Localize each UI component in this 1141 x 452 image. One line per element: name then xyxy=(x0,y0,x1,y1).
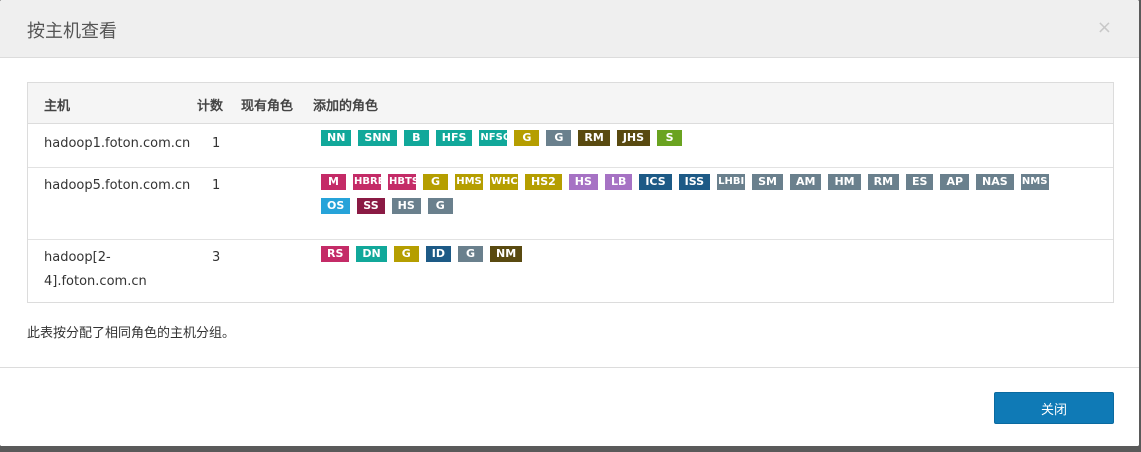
host-name-line: hadoop[2- xyxy=(44,250,111,265)
header-added-roles: 添加的角色 xyxy=(313,99,379,114)
role-badge: HFS xyxy=(435,130,473,146)
role-badge: DN xyxy=(356,246,387,262)
role-badge: OS xyxy=(321,198,351,214)
role-badge: HS2 xyxy=(525,174,562,190)
added-roles: NN SNN B HFS NFSG G G RM JHS S xyxy=(321,130,1091,154)
role-badge: NN xyxy=(321,130,352,146)
role-badge: M xyxy=(321,174,346,190)
table-row: hadoop5.foton.com.cn 1 MHBREHBTSGHMSWHCH… xyxy=(28,168,1113,240)
host-name: hadoop1.foton.com.cn xyxy=(44,136,191,151)
role-badge: G xyxy=(393,246,419,262)
header-count: 计数 xyxy=(197,99,224,114)
role-badge: G xyxy=(427,198,453,214)
role-badge: SM xyxy=(752,174,783,190)
role-badge: S xyxy=(657,130,683,146)
role-badge: G xyxy=(423,174,448,190)
role-badge: NM xyxy=(489,246,523,262)
role-badge: RM xyxy=(867,174,900,190)
role-badge: HMS xyxy=(455,174,483,190)
role-badge: ISS xyxy=(678,174,711,190)
role-badge: NFSG xyxy=(479,130,508,146)
role-badge: AM xyxy=(789,174,822,190)
role-badge: NAS xyxy=(976,174,1014,190)
role-badge: ICS xyxy=(639,174,672,190)
role-badge: ES xyxy=(906,174,934,190)
role-badge: HS xyxy=(391,198,421,214)
role-badge: HBTS xyxy=(388,174,416,190)
table-row: hadoop[2- 4].foton.com.cn 3 RS DN G ID G NM xyxy=(28,240,1113,302)
close-button[interactable]: 关闭 xyxy=(994,392,1114,424)
role-badge: RS xyxy=(321,246,350,262)
host-name: hadoop5.foton.com.cn xyxy=(44,178,191,193)
role-badge: LHBI xyxy=(717,174,746,190)
added-roles: MHBREHBTSGHMSWHCHS2HSLBICSISSLHBISMAMHMR… xyxy=(321,174,1091,222)
added-roles: RS DN G ID G NM xyxy=(321,246,1091,270)
role-badge: JHS xyxy=(616,130,651,146)
host-count: 1 xyxy=(212,136,221,151)
role-badge: G xyxy=(546,130,572,146)
host-name: hadoop[2- 4].foton.com.cn xyxy=(44,246,147,294)
role-badge: B xyxy=(403,130,429,146)
role-badge: ID xyxy=(425,246,451,262)
role-badge: HM xyxy=(828,174,861,190)
header-host: 主机 xyxy=(44,99,71,114)
role-badge: AP xyxy=(940,174,970,190)
role-badge: G xyxy=(457,246,483,262)
dialog-footer: 关闭 xyxy=(0,367,1139,446)
hosts-table: 主机 计数 现有角色 添加的角色 hadoop1.foton.com.cn 1 … xyxy=(27,82,1114,303)
role-badge: LB xyxy=(604,174,633,190)
role-badge: HBRE xyxy=(353,174,381,190)
table-row: hadoop1.foton.com.cn 1 NN SNN B HFS NFSG G G RM… xyxy=(28,124,1113,168)
view-by-host-dialog: 按主机查看 × 主机 计数 现有角色 添加的角色 hadoop1.foton.c… xyxy=(0,0,1139,446)
dialog-header: 按主机查看 × xyxy=(0,0,1139,58)
table-footnote: 此表按分配了相同角色的主机分组。 xyxy=(27,326,236,341)
host-count: 1 xyxy=(212,178,221,193)
role-badge: SNN xyxy=(358,130,397,146)
table-header-row: 主机 计数 现有角色 添加的角色 xyxy=(28,83,1113,124)
role-badge: NMS xyxy=(1020,174,1049,190)
page-backdrop xyxy=(0,446,1141,452)
dialog-title: 按主机查看 xyxy=(27,21,117,42)
host-count: 3 xyxy=(212,250,221,265)
role-badge: RM xyxy=(578,130,610,146)
close-icon[interactable]: × xyxy=(1097,19,1112,37)
host-name-line: 4].foton.com.cn xyxy=(44,274,147,289)
role-badge: HS xyxy=(568,174,598,190)
role-badge: G xyxy=(514,130,540,146)
header-existing-roles: 现有角色 xyxy=(241,99,294,114)
role-badge: WHC xyxy=(490,174,518,190)
role-badge: SS xyxy=(357,198,385,214)
